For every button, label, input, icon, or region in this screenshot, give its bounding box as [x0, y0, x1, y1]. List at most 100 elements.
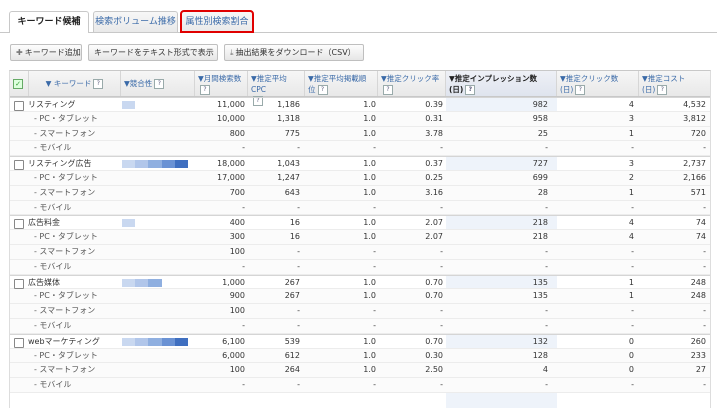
table-row[interactable]: 広告媒体 1,000 267 1.0 0.70 135 1 248	[10, 274, 710, 290]
clk-cell: -	[631, 202, 634, 212]
keyword-cell: 広告媒体	[28, 277, 60, 287]
help-icon[interactable]: ?	[465, 85, 476, 95]
keyword-cell: 広告料金	[28, 218, 60, 228]
column-avg-position[interactable]: ▼推定平均掲載順位?	[305, 71, 378, 96]
table-subrow: - PC・タブレット 17,000 1,247 1.0 0.25 699 2 2,166	[10, 170, 710, 186]
competition-segment	[162, 279, 175, 287]
column-cost[interactable]: ▼推定コスト (日)?	[639, 71, 710, 96]
table-row[interactable]: リスティング 11,000 1,186 1.0 0.39 982 4 4,532	[10, 97, 710, 112]
monthly-cell: -	[242, 261, 245, 271]
row-checkbox[interactable]	[14, 337, 24, 348]
clk-cell: 3	[628, 159, 634, 169]
column-avg-cpc[interactable]: ▼推定平均CPC?	[248, 71, 305, 106]
cost-cell: -	[703, 261, 706, 271]
cpc-cell: 643	[284, 187, 300, 197]
pos-cell: -	[373, 143, 376, 153]
cpc-cell: 775	[284, 128, 300, 138]
row-checkbox[interactable]	[14, 219, 24, 230]
ctr-cell: -	[440, 261, 443, 271]
pos-cell: 1.0	[363, 277, 376, 287]
help-icon[interactable]: ?	[317, 85, 328, 95]
imp-cell: -	[545, 261, 548, 271]
competition-segment	[135, 101, 148, 109]
tab-keyword-candidates[interactable]: キーワード候補	[9, 11, 89, 33]
download-csv-button[interactable]: ⤓ 抽出結果をダウンロード（CSV）	[224, 44, 364, 61]
column-monthly-searches[interactable]: ▼月間検索数?	[195, 71, 248, 96]
monthly-cell: 400	[229, 218, 245, 228]
table-subrow: - スマートフォン 100 - - - - - -	[10, 304, 710, 319]
competition-segment	[148, 278, 162, 287]
competition-segment	[135, 160, 149, 169]
imp-cell: -	[545, 306, 548, 316]
cost-cell: 248	[690, 277, 706, 287]
ctr-cell: 0.25	[425, 172, 443, 182]
keyword-cell: - モバイル	[34, 202, 72, 212]
add-keyword-button[interactable]: ✚ キーワード追加	[10, 44, 82, 61]
pos-cell: 1.0	[363, 365, 376, 375]
competition-segment	[161, 337, 175, 346]
pos-cell: 1.0	[363, 232, 376, 242]
row-checkbox[interactable]	[14, 160, 24, 171]
help-icon[interactable]: ?	[383, 85, 393, 95]
cpc-cell: -	[297, 306, 300, 316]
ctr-cell: 0.70	[425, 291, 443, 301]
column-ctr[interactable]: ▼推定クリック率?	[378, 71, 446, 96]
tab-attribute-search-ratio[interactable]: 属性別検索割合	[180, 10, 254, 33]
help-icon[interactable]: ?	[93, 79, 104, 89]
cost-cell: -	[703, 202, 706, 212]
tab-search-volume-trend[interactable]: 検索ボリューム推移	[93, 11, 178, 32]
row-checkbox[interactable]	[14, 101, 24, 111]
competition-bar	[122, 278, 188, 287]
column-impressions[interactable]: ▼推定インプレッション数 (日)?	[446, 71, 557, 96]
text-view-button[interactable]: キーワードをテキスト形式で表示	[88, 44, 218, 61]
ctr-cell: 0.31	[425, 113, 443, 123]
ctr-cell: 3.16	[425, 187, 443, 197]
ctr-cell: -	[440, 143, 443, 153]
clk-cell: 1	[628, 128, 634, 138]
pos-cell: -	[373, 306, 376, 316]
table-subrow: - スマートフォン 800 775 1.0 3.78 25 1 720	[10, 126, 710, 142]
table-subrow: - スマートフォン 700 643 1.0 3.16 28 1 571	[10, 185, 710, 201]
help-icon[interactable]: ?	[200, 85, 210, 95]
table-subrow: - スマートフォン 100 264 1.0 2.50 4 0 27	[10, 363, 710, 379]
imp-cell: 4	[542, 365, 548, 375]
competition-segment	[122, 278, 136, 287]
monthly-cell: 100	[229, 306, 245, 316]
cost-cell: -	[703, 143, 706, 153]
select-all-checkbox[interactable]: ✓	[10, 71, 29, 96]
keyword-cell: - モバイル	[34, 261, 72, 271]
table-subrow: - モバイル - - - - - - -	[10, 378, 710, 393]
help-icon[interactable]: ?	[154, 79, 165, 89]
help-icon[interactable]: ?	[657, 85, 668, 95]
keyword-cell: webマーケティング	[28, 336, 100, 346]
ctr-cell: 0.37	[425, 159, 443, 169]
competition-segment	[162, 219, 175, 227]
cost-cell: 233	[690, 350, 706, 360]
column-competition[interactable]: ▼競合性?	[121, 71, 195, 96]
imp-cell: -	[545, 143, 548, 153]
competition-bar	[122, 101, 188, 109]
clk-cell: 2	[628, 172, 634, 182]
table-row[interactable]: リスティング広告 18,000 1,043 1.0 0.37 727 3 2,737	[10, 156, 710, 171]
competition-segment	[174, 160, 189, 169]
ctr-cell: 0.70	[425, 277, 443, 287]
pos-cell: -	[373, 261, 376, 271]
cost-cell: 74	[695, 218, 706, 228]
imp-cell: 218	[532, 218, 548, 228]
cost-cell: -	[703, 320, 706, 330]
cpc-cell: -	[297, 202, 300, 212]
row-checkbox[interactable]	[14, 278, 24, 289]
help-icon[interactable]: ?	[575, 85, 586, 95]
imp-cell: 727	[532, 159, 548, 169]
keyword-cell: - モバイル	[34, 143, 72, 153]
column-keyword[interactable]: ▼ キーワード?	[29, 71, 121, 96]
cost-cell: 571	[690, 187, 706, 197]
competition-segment	[135, 337, 149, 346]
pos-cell: 1.0	[363, 218, 376, 228]
column-clicks[interactable]: ▼推定クリック数 (日)?	[557, 71, 639, 96]
table-row[interactable]: 広告料金 400 16 1.0 2.07 218 4 74	[10, 215, 710, 231]
table-subrow: - モバイル - - - - - - -	[10, 200, 710, 216]
table-row[interactable]: webマーケティング 6,100 539 1.0 0.70 132 0 260	[10, 333, 710, 349]
clk-cell: 4	[628, 218, 634, 228]
cost-cell: 4,532	[683, 100, 706, 109]
